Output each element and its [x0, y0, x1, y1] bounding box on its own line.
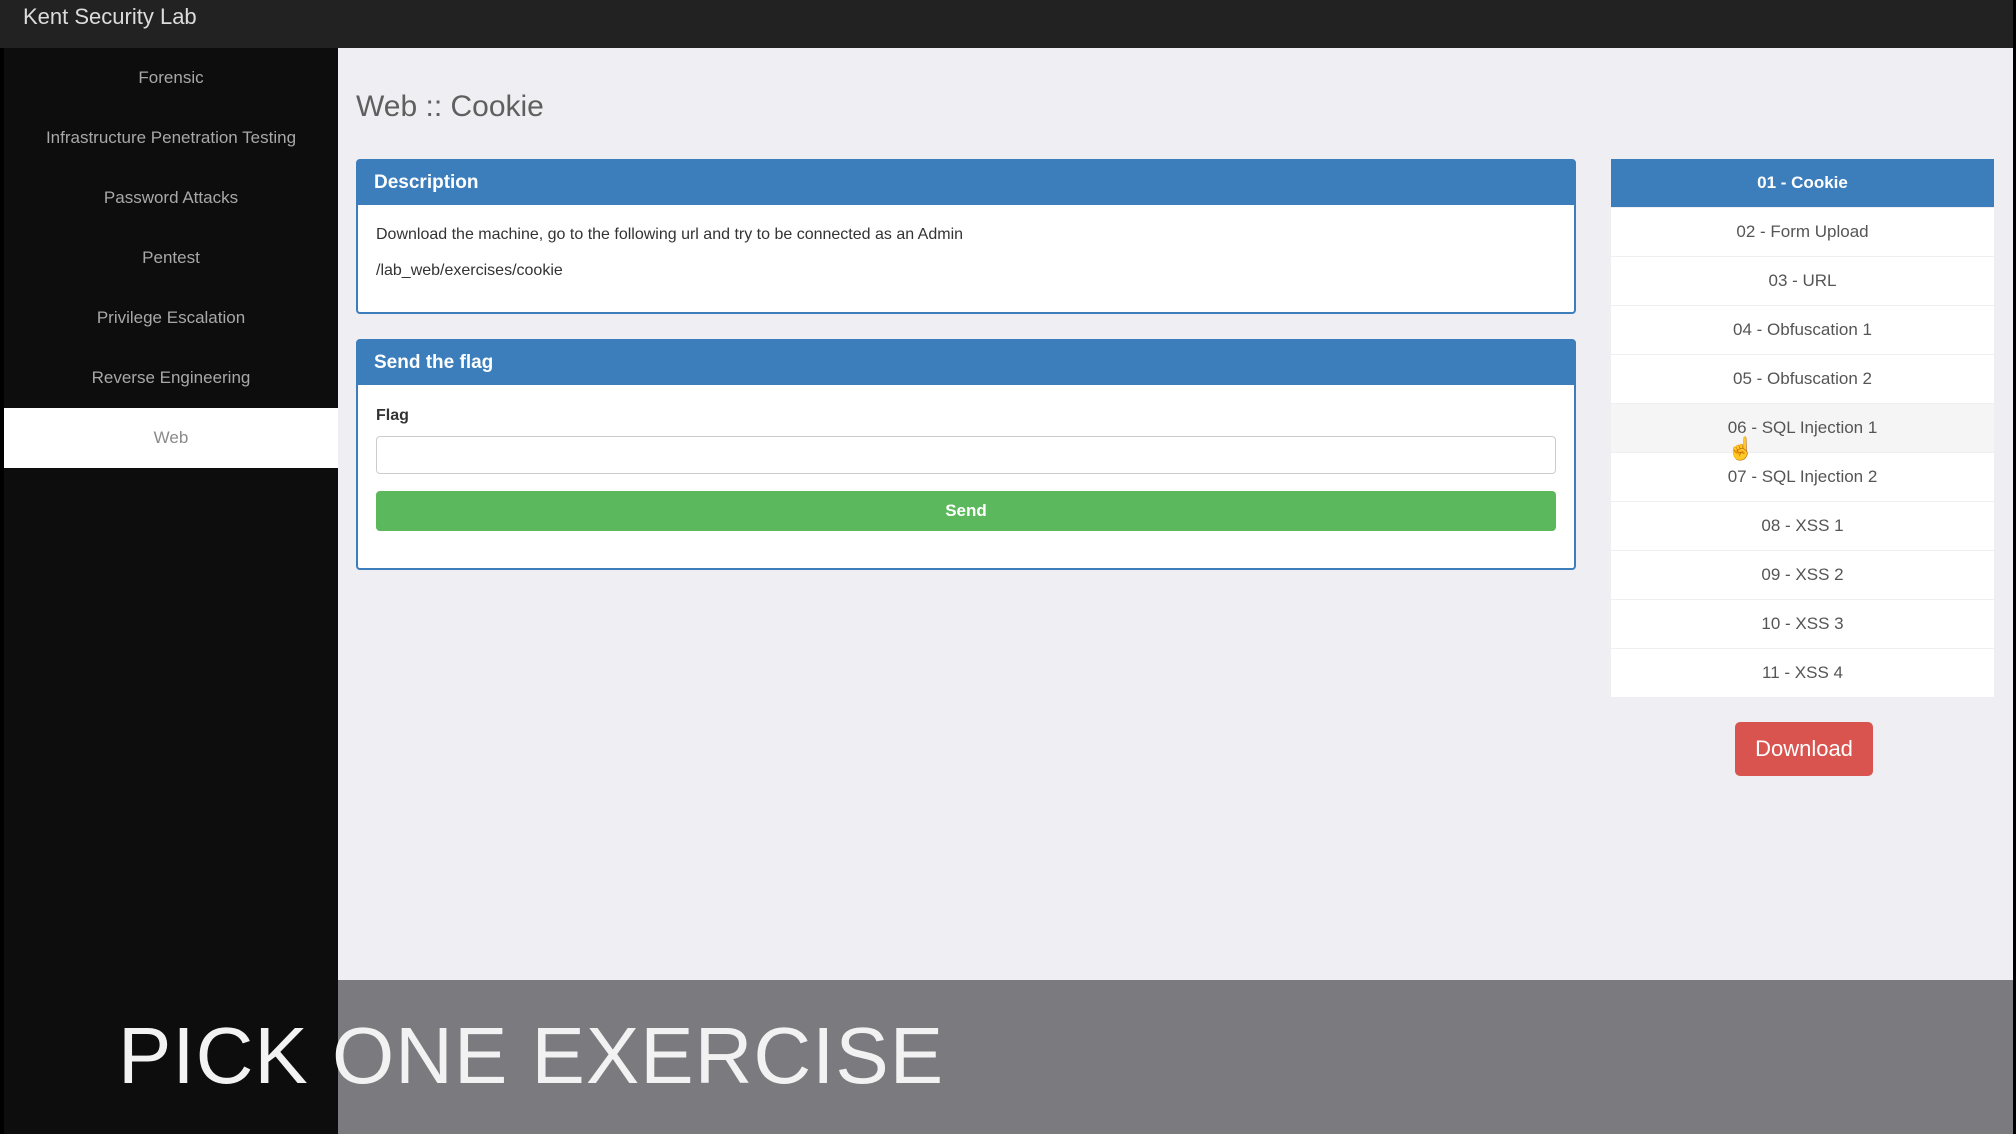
flag-input[interactable] — [376, 436, 1556, 474]
sidebar-item-reverse-engineering[interactable]: Reverse Engineering — [4, 348, 338, 408]
exercise-item-obfuscation-1[interactable]: 04 - Obfuscation 1 — [1611, 306, 1994, 354]
page-title: Web :: Cookie — [356, 90, 544, 123]
sidebar-item-password-attacks[interactable]: Password Attacks — [4, 168, 338, 228]
exercise-item-sql-injection-2[interactable]: 07 - SQL Injection 2 — [1611, 453, 1994, 501]
exercise-item-cookie[interactable]: 01 - Cookie — [1611, 159, 1994, 207]
exercise-item-xss-1[interactable]: 08 - XSS 1 — [1611, 502, 1994, 550]
sidebar-item-privilege-escalation[interactable]: Privilege Escalation — [4, 288, 338, 348]
hand-pointer-icon: ☝ — [1727, 436, 1755, 461]
send-flag-panel: Send the flag Flag Send — [356, 339, 1576, 570]
exercise-item-sql-injection-1[interactable]: 06 - SQL Injection 1 — [1611, 404, 1994, 452]
sidebar-item-pentest[interactable]: Pentest — [4, 228, 338, 288]
caption-text: PICK ONE EXERCISE — [118, 1011, 945, 1100]
sidebar-item-forensic[interactable]: Forensic — [4, 48, 338, 108]
send-button[interactable]: Send — [376, 491, 1556, 531]
exercise-item-form-upload[interactable]: 02 - Form Upload — [1611, 208, 1994, 256]
download-button[interactable]: Download — [1735, 722, 1873, 776]
exercise-list: 01 - Cookie 02 - Form Upload 03 - URL 04… — [1611, 159, 1994, 698]
flag-label: Flag — [376, 407, 409, 424]
send-flag-heading: Send the flag — [358, 341, 1574, 385]
exercise-item-xss-4[interactable]: 11 - XSS 4 — [1611, 649, 1994, 697]
exercise-item-url[interactable]: 03 - URL — [1611, 257, 1994, 305]
sidebar: Forensic Infrastructure Penetration Test… — [4, 48, 338, 1134]
app-title[interactable]: Kent Security Lab — [23, 2, 197, 32]
exercise-item-xss-3[interactable]: 10 - XSS 3 — [1611, 600, 1994, 648]
exercise-item-xss-2[interactable]: 09 - XSS 2 — [1611, 551, 1994, 599]
exercise-item-obfuscation-2[interactable]: 05 - Obfuscation 2 — [1611, 355, 1994, 403]
exercise-url: /lab_web/exercises/cookie — [376, 262, 563, 279]
top-navbar: Kent Security Lab — [0, 0, 2016, 48]
description-text: Download the machine, go to the followin… — [376, 226, 964, 243]
main-content: Web :: Cookie Description Download the m… — [338, 48, 2013, 980]
sidebar-item-infrastructure-penetration-testing[interactable]: Infrastructure Penetration Testing — [4, 108, 338, 168]
description-panel: Description Download the machine, go to … — [356, 159, 1576, 314]
description-heading: Description — [358, 161, 1574, 205]
sidebar-item-web[interactable]: Web — [4, 408, 338, 468]
